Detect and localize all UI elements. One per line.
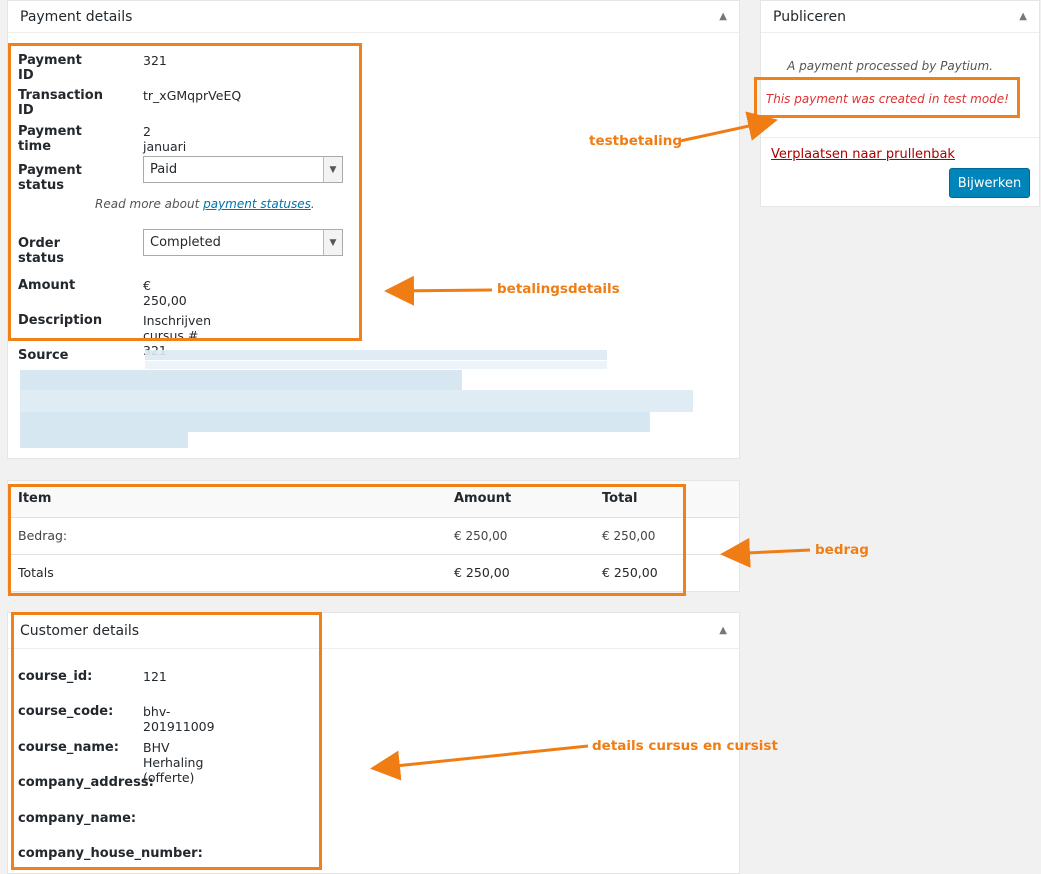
payment-status-selected: Paid — [150, 162, 178, 177]
totals-label: Totals — [18, 564, 54, 580]
annotation-bedrag: bedrag — [815, 542, 869, 558]
amount-value: € 250,00 — [143, 278, 187, 308]
header-item: Item — [18, 491, 52, 507]
annotation-betalingsdetails: betalingsdetails — [497, 281, 620, 297]
chevron-down-icon: ▼ — [323, 157, 342, 182]
collapse-toggle-icon[interactable]: ▲ — [1019, 11, 1027, 22]
course-code-value: bhv-201911009 — [143, 704, 215, 734]
payment-status-select[interactable]: Paid ▼ — [143, 156, 343, 183]
transaction-id-value: tr_xGMqprVeEQ — [143, 88, 242, 103]
chevron-down-icon: ▼ — [323, 230, 342, 255]
amount-label: Amount — [18, 278, 76, 293]
course-id-label: course_id: — [18, 669, 93, 684]
company-address-label: company_address: — [18, 775, 154, 790]
company-house-number-label: company_house_number: — [18, 846, 203, 861]
row-total: € 250,00 — [602, 528, 656, 543]
payment-status-label: Payment status — [18, 163, 82, 193]
source-label: Source — [18, 348, 69, 363]
company-name-label: company_name: — [18, 811, 137, 826]
update-button[interactable]: Bijwerken — [949, 168, 1030, 198]
table-row: Bedrag: € 250,00 € 250,00 — [8, 517, 739, 554]
move-to-trash-link[interactable]: Verplaatsen naar prullenbak — [771, 147, 955, 162]
payment-id-value: 321 — [143, 53, 167, 68]
totals-amount: € 250,00 — [454, 564, 510, 580]
read-more-suffix: . — [310, 197, 315, 211]
processed-by-text: A payment processed by Paytium. — [787, 59, 993, 73]
table-row-totals: Totals € 250,00 € 250,00 — [8, 554, 739, 590]
annotation-testbetaling: testbetaling — [589, 133, 683, 149]
payment-id-label: Payment ID — [18, 53, 82, 83]
annotation-details: details cursus en cursist — [592, 738, 778, 754]
header-amount: Amount — [454, 491, 512, 507]
read-more-text: Read more about payment statuses. — [95, 197, 315, 211]
collapse-toggle-icon[interactable]: ▲ — [719, 11, 727, 22]
collapse-toggle-icon[interactable]: ▲ — [719, 625, 727, 636]
customer-details-header: Customer details ▲ — [8, 613, 739, 649]
items-table-box: Item Amount Total Bedrag: € 250,00 € 250… — [7, 480, 740, 592]
publish-title: Publiceren — [773, 8, 846, 25]
customer-details-title: Customer details — [20, 622, 140, 639]
order-status-label: Order status — [18, 236, 64, 266]
transaction-id-label: Transaction ID — [18, 88, 103, 118]
read-more-prefix: Read more about — [95, 197, 204, 211]
course-name-label: course_name: — [18, 740, 119, 755]
row-amount: € 250,00 — [454, 528, 508, 543]
order-status-selected: Completed — [150, 235, 221, 250]
row-item: Bedrag: — [18, 528, 68, 543]
test-mode-text: This payment was created in test mode! — [765, 92, 1009, 106]
description-label: Description — [18, 313, 103, 328]
course-code-label: course_code: — [18, 704, 114, 719]
payment-details-header: Payment details ▲ — [8, 1, 739, 33]
publish-box: Publiceren ▲ A payment processed by Payt… — [760, 0, 1040, 207]
items-table: Item Amount Total Bedrag: € 250,00 € 250… — [8, 481, 739, 590]
order-status-select[interactable]: Completed ▼ — [143, 229, 343, 256]
course-id-value: 121 — [143, 669, 167, 684]
table-header-row: Item Amount Total — [8, 481, 739, 517]
header-total: Total — [602, 491, 638, 507]
payment-statuses-link[interactable]: payment statuses — [203, 197, 311, 211]
publish-header: Publiceren ▲ — [761, 1, 1039, 33]
totals-total: € 250,00 — [602, 564, 658, 580]
payment-details-title: Payment details — [20, 8, 133, 25]
payment-time-label: Payment time — [18, 124, 82, 154]
